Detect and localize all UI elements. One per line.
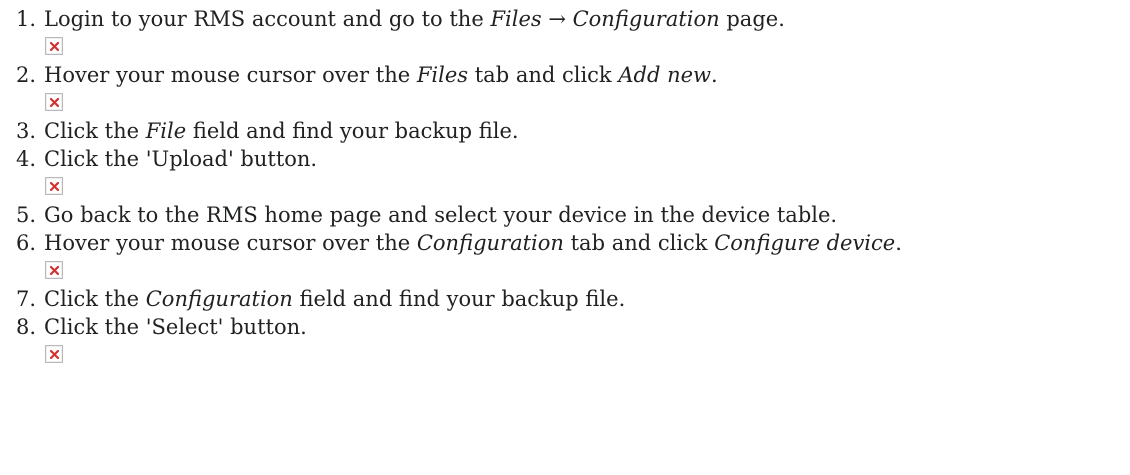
close-icon: [50, 266, 59, 275]
list-item-step-3: 3. Click the File field and find your ba…: [0, 117, 1130, 145]
step-text: Hover your mouse cursor over the Configu…: [44, 231, 902, 255]
broken-image-icon: [45, 261, 63, 279]
emphasized-term: Add new: [618, 63, 711, 87]
text-run: .: [895, 231, 902, 255]
text-run: Click the 'Upload' button.: [44, 147, 318, 171]
list-item-step-4: 4. Click the 'Upload' button.: [0, 145, 1130, 195]
step-text: Click the File field and find your backu…: [44, 119, 519, 143]
step-number: 4.: [15, 147, 36, 171]
step-text: Login to your RMS account and go to the …: [44, 7, 785, 31]
text-run: tab and click: [563, 231, 715, 255]
emphasized-term: Configuration: [416, 231, 564, 255]
step-number: 1.: [15, 7, 36, 31]
text-run: Hover your mouse cursor over the: [44, 231, 417, 255]
text-run: page.: [719, 7, 785, 31]
text-run: Hover your mouse cursor over the: [44, 63, 417, 87]
close-icon: [50, 42, 59, 51]
emphasized-term: Files → Configuration: [490, 7, 720, 31]
text-run: .: [711, 63, 718, 87]
broken-image-icon: [45, 177, 63, 195]
text-run: Login to your RMS account and go to the: [44, 7, 491, 31]
text-run: Click the 'Select' button.: [44, 315, 307, 339]
list-item-step-6: 6. Hover your mouse cursor over the Conf…: [0, 229, 1130, 279]
text-run: Click the: [44, 287, 146, 311]
list-item-step-2: 2. Hover your mouse cursor over the File…: [0, 61, 1130, 111]
list-item-step-7: 7. Click the Configuration field and fin…: [0, 285, 1130, 313]
step-number: 7.: [15, 287, 36, 311]
text-run: tab and click: [468, 63, 619, 87]
list-item-step-5: 5. Go back to the RMS home page and sele…: [0, 201, 1130, 229]
close-icon: [50, 98, 59, 107]
emphasized-term: Files: [416, 63, 469, 87]
step-number: 2.: [15, 63, 36, 87]
step-text: Click the Configuration field and find y…: [44, 287, 625, 311]
step-text: Go back to the RMS home page and select …: [44, 203, 837, 227]
broken-image-icon: [45, 37, 63, 55]
text-run: field and find your backup file.: [186, 119, 519, 143]
step-text: Click the 'Upload' button.: [44, 147, 317, 171]
emphasized-term: Configure device: [714, 231, 896, 255]
text-run: Click the: [44, 119, 146, 143]
text-run: Go back to the RMS home page and select …: [44, 203, 838, 227]
close-icon: [50, 182, 59, 191]
broken-image-icon: [45, 93, 63, 111]
step-number: 8.: [15, 315, 36, 339]
step-number: 3.: [15, 119, 36, 143]
close-icon: [50, 350, 59, 359]
step-text: Hover your mouse cursor over the Files t…: [44, 63, 718, 87]
step-number: 6.: [15, 231, 36, 255]
step-number: 5.: [15, 203, 36, 227]
instruction-list: 1. Login to your RMS account and go to t…: [0, 5, 1130, 369]
list-item-step-1: 1. Login to your RMS account and go to t…: [0, 5, 1130, 55]
list-item-step-8: 8. Click the 'Select' button.: [0, 313, 1130, 363]
emphasized-term: File: [145, 119, 187, 143]
text-run: field and find your backup file.: [292, 287, 626, 311]
broken-image-icon: [45, 345, 63, 363]
step-text: Click the 'Select' button.: [44, 315, 307, 339]
emphasized-term: Configuration: [145, 287, 293, 311]
